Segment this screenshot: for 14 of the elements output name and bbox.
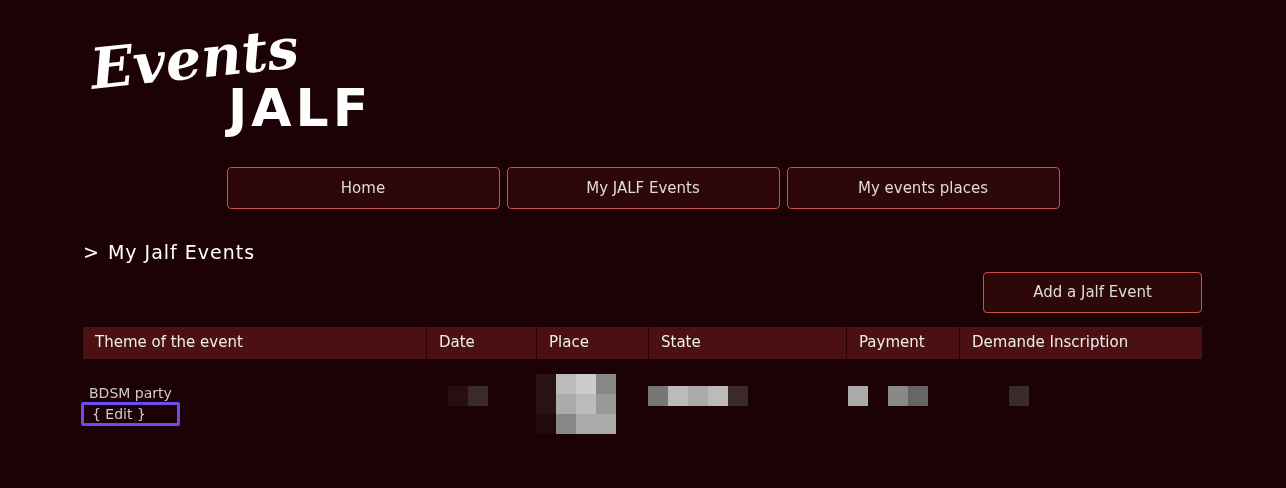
table-cell: BDSM party <box>89 383 172 402</box>
column-header: Demande Inscription <box>972 332 1129 354</box>
edit-link[interactable]: { Edit } <box>81 401 180 426</box>
column-header: Date <box>439 332 475 354</box>
section-heading: My Jalf Events <box>107 240 256 265</box>
nav-button[interactable]: My events places <box>786 167 1060 209</box>
nav-button[interactable]: My JALF Events <box>506 167 780 209</box>
column-header: State <box>661 332 701 354</box>
column-header: Payment <box>859 332 925 354</box>
column-header: Place <box>549 332 589 354</box>
column-header: Theme of the event <box>95 332 243 354</box>
nav-button[interactable]: Home <box>226 167 500 209</box>
chevron-icon: > <box>83 238 100 267</box>
add-event-button[interactable]: Add a Jalf Event <box>983 271 1202 313</box>
